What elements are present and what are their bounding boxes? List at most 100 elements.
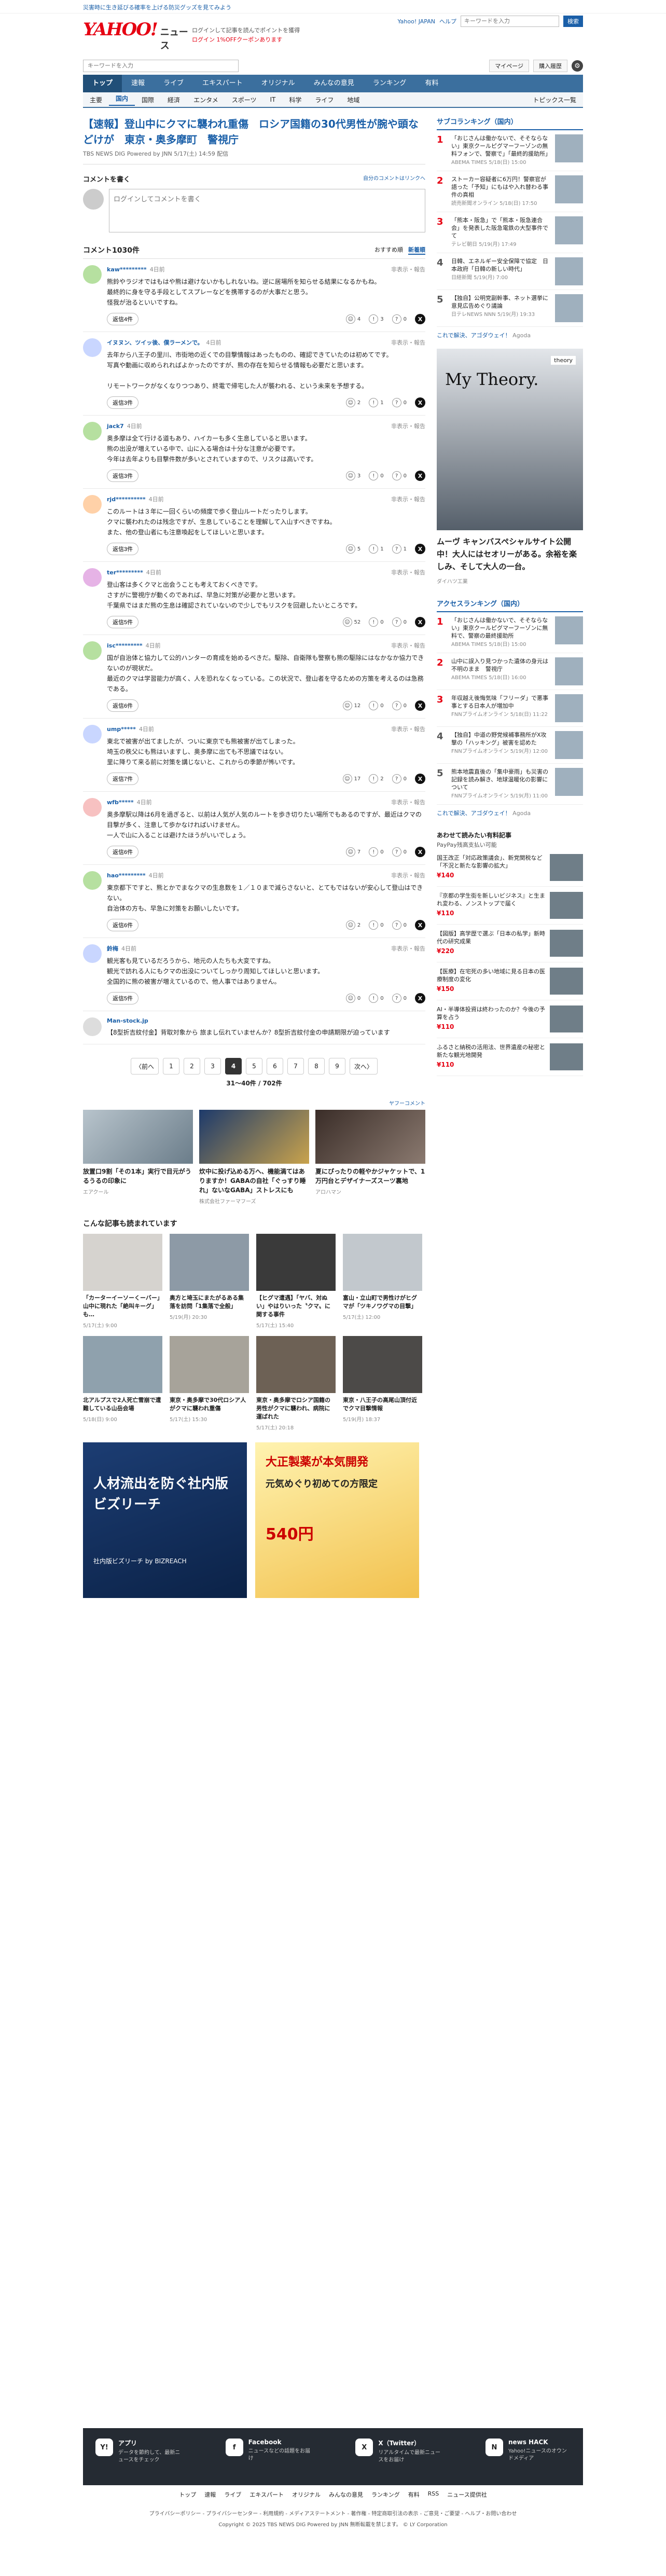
sort-newest[interactable]: 新着順 <box>408 245 425 255</box>
empathy-reaction[interactable]: ☺ 5 <box>345 544 360 554</box>
footer-link[interactable]: 有料 <box>408 2490 420 2499</box>
ad-card[interactable]: 夏にぴったりの軽やかジャケットで、1万円台とデザイナーズスーツ裏地 アロハマン <box>315 1110 425 1205</box>
sort-recommended[interactable]: おすすめ順 <box>374 245 403 255</box>
x-share-icon[interactable]: X <box>415 397 425 408</box>
report-link[interactable]: 非表示・報告 <box>391 725 425 733</box>
nav-ranking[interactable]: ランキング <box>364 75 416 92</box>
web-search-input[interactable] <box>461 16 559 27</box>
empathy-reaction[interactable]: ☺ 3 <box>345 471 360 480</box>
insight-reaction[interactable]: ! 3 <box>369 314 384 324</box>
cat-main[interactable]: 主要 <box>83 95 109 104</box>
reply-button[interactable]: 返信5件 <box>107 616 139 628</box>
x-share-icon[interactable]: X <box>415 544 425 554</box>
nav-paid[interactable]: 有料 <box>415 75 448 92</box>
ranking-item[interactable]: 3 「熊本・阪急」で「熊本・阪急連合会」を発表した阪急電鉄の大型事件でて テレビ朝日… <box>437 212 583 253</box>
related-article-card[interactable]: 東京・八王子の高尾山頂付近でクマ目撃情報 5/19(月) 18:37 <box>343 1336 422 1431</box>
reply-button[interactable]: 返信6件 <box>107 846 139 858</box>
topics-list-link[interactable]: トピックス一覧 <box>526 95 583 104</box>
footer-link[interactable]: ライブ <box>224 2490 241 2499</box>
comment-author[interactable]: isc********* <box>107 642 143 649</box>
insight-reaction[interactable]: ! 0 <box>369 471 384 480</box>
related-article-card[interactable]: 東京・奥多摩でロシア国籍の男性がクマに襲われ、病院に運ばれた 5/17(土) 20… <box>256 1336 336 1431</box>
insight-reaction[interactable]: ! 0 <box>369 994 384 1003</box>
footer-link[interactable]: エキスパート <box>249 2490 284 2499</box>
paid-article[interactable]: 国王改正「対応政策議会」、新党関税など「不況と新たな影響の拡大」 ¥140 <box>437 849 583 887</box>
ranking-item[interactable]: 5 熊本地震直後の「集中豪雨」も災害の記録を読み解き、地球温暖化の影響について FN… <box>437 764 583 805</box>
comment-author[interactable]: イヌヌン、ツイッ後、僕ラーメンで。 <box>107 339 203 346</box>
ranking-item[interactable]: 2 ストーカー容疑者に6万円！警察官が語った「予知」にもはや入れ替わる事件の真相読… <box>437 171 583 212</box>
promo-bar[interactable]: 災害時に生き延びる確率を上げる防災グッズを見てみよう <box>0 0 666 13</box>
report-link[interactable]: 非表示・報告 <box>391 871 425 879</box>
login-link[interactable]: ログイン 1%OFFクーポンあります <box>192 35 300 45</box>
x-share-icon[interactable]: X <box>415 993 425 1003</box>
related-article-card[interactable]: 東京・奥多摩で30代ロシア人がクマに襲われ重傷 5/17(土) 15:30 <box>170 1336 249 1431</box>
insight-reaction[interactable]: ! 1 <box>369 398 384 407</box>
question-reaction[interactable]: ? 0 <box>392 314 407 324</box>
reply-button[interactable]: 返信6件 <box>107 919 139 931</box>
ad-card[interactable]: 炊中に投げ込める万へ、機能満てはありますか！GABAの自社「ぐっすり睡れ」ないな… <box>199 1110 309 1205</box>
x-share-icon[interactable]: X <box>415 471 425 481</box>
news-search-input[interactable] <box>83 60 239 72</box>
ranking-item[interactable]: 4 【独自】中道の野党候補事務所がX攻撃の「ハッキング」被害を認めた FNNプライム… <box>437 727 583 764</box>
own-comments-link[interactable]: 自分のコメントはリンクへ <box>363 174 425 184</box>
page-3[interactable]: 3 <box>204 1058 221 1075</box>
promoted-comment[interactable]: Man-stock.jp 【8型折吉紋付金】背取対象から 旅まし伝れていませんか… <box>83 1011 425 1044</box>
footer-app-link[interactable]: f Facebook ニュースなどの話題をお届け <box>225 2439 311 2475</box>
insight-reaction[interactable]: ! 0 <box>369 920 384 930</box>
reply-button[interactable]: 返信4件 <box>107 313 139 325</box>
paid-article[interactable]: 【図版】高学歴で選ぶ「日本の私学」新時代の研究成果 ¥220 <box>437 925 583 962</box>
question-reaction[interactable]: ? 0 <box>392 398 407 407</box>
question-reaction[interactable]: ? 0 <box>392 920 407 930</box>
report-link[interactable]: 非表示・報告 <box>391 641 425 650</box>
ads-header[interactable]: ヤフーコメント <box>83 1099 425 1107</box>
footer-app-link[interactable]: Nnews HACK Yahoo!ニュースのオウンドメディア <box>485 2439 571 2475</box>
ranking-item[interactable]: 1 「おじさんは働かないで、そそならない」東京クールピグマーフーゾンに無料で、警察… <box>437 612 583 653</box>
cat-domestic[interactable]: 国内 <box>109 94 135 106</box>
footer-link[interactable]: トップ <box>179 2490 196 2499</box>
empathy-reaction[interactable]: ☺ 17 <box>342 774 360 783</box>
yahoo-news-logo[interactable]: YAHOO! ニュース <box>83 19 192 52</box>
related-article-card[interactable]: 【ヒグマ遭遇】「ヤバ、対ぬい」やはりいった〝クマ〟に関する事件 5/17(土) 1… <box>256 1234 336 1329</box>
footer-link[interactable]: オリジナル <box>292 2490 321 2499</box>
cat-life[interactable]: ライフ <box>308 95 340 104</box>
empathy-reaction[interactable]: ☺ 52 <box>342 617 360 627</box>
x-share-icon[interactable]: X <box>415 774 425 784</box>
comment-author[interactable]: kaw********* <box>107 266 147 273</box>
ranking-item[interactable]: 2 山中に誤入り見つかった遺体の身元は不明のまま 警視庁 ABEMA TIMES 5… <box>437 653 583 690</box>
gear-icon[interactable]: ⚙ <box>572 60 583 72</box>
x-share-icon[interactable]: X <box>415 847 425 857</box>
comment-input[interactable] <box>109 189 425 232</box>
nav-expert[interactable]: エキスパート <box>193 75 252 92</box>
comment-author[interactable]: Man-stock.jp <box>107 1017 148 1024</box>
related-article-card[interactable]: 富山・立山町で男性けがヒグマが「ツキノワグマの目撃」 5/17(土) 12:00 <box>343 1234 422 1329</box>
empathy-reaction[interactable]: ☺ 2 <box>345 398 360 407</box>
comment-author[interactable]: wfb***** <box>107 799 134 806</box>
cat-world[interactable]: 国際 <box>135 95 161 104</box>
empathy-reaction[interactable]: ☺ 0 <box>345 994 360 1003</box>
insight-reaction[interactable]: ! 0 <box>369 701 384 710</box>
related-article-card[interactable]: 奥方と埼玉にまたがるある集落を訪問「1集落で全般」 5/19(月) 20:30 <box>170 1234 249 1329</box>
x-share-icon[interactable]: X <box>415 314 425 324</box>
page-5[interactable]: 5 <box>246 1058 262 1075</box>
empathy-reaction[interactable]: ☺ 7 <box>345 847 360 857</box>
question-reaction[interactable]: ? 0 <box>392 701 407 710</box>
ranking-item[interactable]: 3 年収越え後悔気味「フリーダ」で悪事事とする日本人が増加中 FNNプライムオンライ… <box>437 690 583 727</box>
reply-button[interactable]: 返信6件 <box>107 699 139 712</box>
x-share-icon[interactable]: X <box>415 617 425 627</box>
cat-it[interactable]: IT <box>263 96 282 103</box>
pr-link[interactable]: これで解決、アゴダウェイ！ Agoda <box>437 331 583 339</box>
paid-article[interactable]: 『京都の学生街を新しいビジネス』と生まれ変わる、ノンストップで届く ¥110 <box>437 887 583 925</box>
comment-author[interactable]: hao********* <box>107 872 146 879</box>
paid-article[interactable]: AI・半導体投資は終わったのか？今後の予算を占う ¥110 <box>437 1000 583 1038</box>
taisho-ad[interactable]: 大正製薬が本気開発 元気めぐり初めての方限定 540円 <box>255 1442 419 1598</box>
web-search-button[interactable]: 検索 <box>563 16 583 27</box>
nav-top[interactable]: トップ <box>83 75 122 92</box>
empathy-reaction[interactable]: ☺ 4 <box>345 314 360 324</box>
ranking-item[interactable]: 4 日韓、エネルギー安全保障で協定 日本政府「日韓の新しい時代」 日経新聞 5/19… <box>437 253 583 290</box>
page-9[interactable]: 9 <box>329 1058 345 1075</box>
question-reaction[interactable]: ? 0 <box>392 471 407 480</box>
reply-button[interactable]: 返信5件 <box>107 992 139 1004</box>
cat-region[interactable]: 地域 <box>340 95 366 104</box>
comment-author[interactable]: 鈴梅 <box>107 945 118 952</box>
bizreach-ad[interactable]: 人材流出を防ぐ社内版ビズリーチ 社内版ビズリーチ by BIZREACH <box>83 1442 247 1598</box>
